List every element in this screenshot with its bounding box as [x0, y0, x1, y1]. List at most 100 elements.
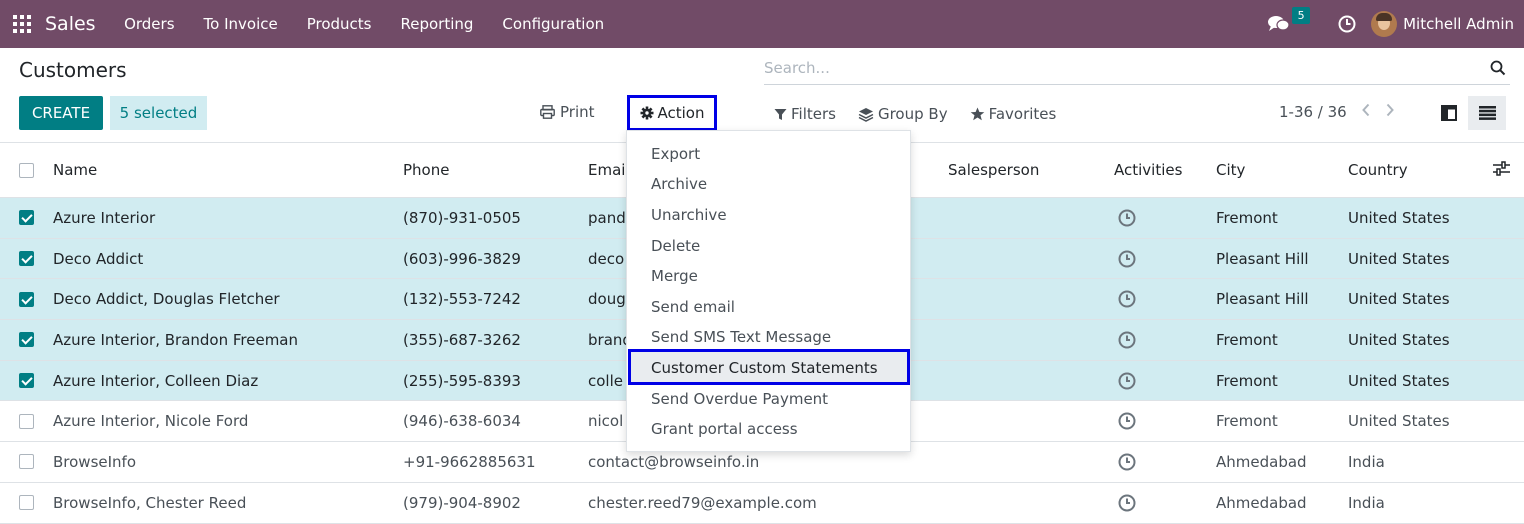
cell-phone: (946)-638-6034 [403, 412, 521, 431]
pager-next-icon[interactable] [1385, 103, 1395, 121]
activity-clock-icon[interactable] [1114, 412, 1136, 430]
row-checkbox[interactable] [19, 373, 34, 389]
group-by-button[interactable]: Group By [858, 105, 948, 123]
menu-item-export[interactable]: Export [651, 145, 700, 163]
cell-phone: (603)-996-3829 [403, 249, 521, 268]
column-name[interactable]: Name [53, 161, 97, 179]
search-bar [764, 57, 1510, 85]
activity-clock-icon[interactable] [1114, 209, 1136, 227]
row-checkbox[interactable] [19, 495, 34, 511]
menu-item-merge[interactable]: Merge [651, 267, 698, 285]
cell-country: United States [1348, 290, 1450, 309]
row-checkbox[interactable] [19, 210, 34, 226]
activity-clock-icon[interactable] [1114, 290, 1136, 308]
filters-label: Filters [791, 105, 836, 123]
column-activities[interactable]: Activities [1114, 161, 1182, 179]
list-view-icon[interactable] [1468, 96, 1506, 130]
cell-country: India [1348, 493, 1385, 512]
search-options: Filters Group By Favorites [774, 105, 1056, 123]
activity-clock-icon[interactable] [1114, 453, 1136, 471]
menu-item-send-email[interactable]: Send email [651, 298, 735, 316]
app-brand[interactable]: Sales [45, 13, 96, 35]
menu-reporting[interactable]: Reporting [386, 15, 488, 33]
select-all-checkbox[interactable] [19, 162, 34, 178]
row-checkbox[interactable] [19, 332, 34, 348]
cell-email: nicol [588, 412, 624, 431]
menu-item-unarchive[interactable]: Unarchive [651, 206, 727, 224]
optional-columns-icon[interactable] [1493, 160, 1510, 180]
cell-city: Fremont [1216, 371, 1278, 390]
row-checkbox[interactable] [19, 291, 34, 307]
menu-item-customer-custom-statements[interactable]: Customer Custom Statements [651, 359, 878, 377]
filter-icon [774, 108, 787, 120]
print-button[interactable]: Print [540, 103, 595, 121]
cell-city: Pleasant Hill [1216, 249, 1309, 268]
activity-clock-icon[interactable] [1114, 250, 1136, 268]
menu-orders[interactable]: Orders [110, 15, 189, 33]
cell-phone: (979)-904-8902 [403, 493, 521, 512]
favorites-button[interactable]: Favorites [970, 105, 1057, 123]
menu-to-invoice[interactable]: To Invoice [189, 15, 292, 33]
cell-email: doug [588, 290, 626, 309]
kanban-view-icon[interactable] [1433, 96, 1465, 130]
gear-icon [640, 106, 653, 120]
column-phone[interactable]: Phone [403, 161, 449, 179]
cell-name: Azure Interior [53, 208, 156, 227]
cell-country: United States [1348, 330, 1450, 349]
cell-email: colle [588, 371, 623, 390]
pager-previous-icon[interactable] [1361, 103, 1371, 121]
search-input[interactable] [764, 57, 1464, 77]
create-button[interactable]: CREATE [19, 96, 103, 130]
cell-phone: (870)-931-0505 [403, 208, 521, 227]
column-country[interactable]: Country [1348, 161, 1408, 179]
page-title: Customers [19, 58, 127, 82]
apps-menu-icon[interactable] [13, 15, 31, 33]
column-salesperson[interactable]: Salesperson [948, 161, 1039, 179]
print-label: Print [560, 103, 595, 121]
row-checkbox[interactable] [19, 454, 34, 470]
filters-button[interactable]: Filters [774, 105, 836, 123]
activity-clock-icon[interactable] [1114, 372, 1136, 390]
cell-country: United States [1348, 249, 1450, 268]
messaging-icon[interactable]: 5 [1268, 7, 1311, 33]
table-row[interactable]: BrowseInfo, Chester Reed (979)-904-8902 ch… [0, 483, 1524, 524]
cell-email: deco [588, 249, 625, 268]
cell-city: Ahmedabad [1216, 493, 1307, 512]
row-checkbox[interactable] [19, 251, 34, 267]
cell-name: Azure Interior, Nicole Ford [53, 412, 249, 431]
activity-clock-icon[interactable] [1114, 331, 1136, 349]
menu-item-send-sms[interactable]: Send SMS Text Message [651, 328, 831, 346]
star-icon [970, 107, 984, 121]
cell-country: United States [1348, 371, 1450, 390]
selected-count-badge[interactable]: 5 selected [110, 96, 207, 130]
cell-name: Deco Addict, Douglas Fletcher [53, 290, 280, 309]
column-city[interactable]: City [1216, 161, 1245, 179]
menu-item-send-overdue-payment[interactable]: Send Overdue Payment [651, 390, 828, 408]
print-icon [540, 105, 555, 119]
favorites-label: Favorites [988, 105, 1057, 123]
cell-name: BrowseInfo, Chester Reed [53, 493, 247, 512]
cell-email: contact@browseinfo.in [588, 452, 760, 471]
cell-name: Azure Interior, Brandon Freeman [53, 330, 299, 349]
menu-products[interactable]: Products [292, 15, 386, 33]
pager-value[interactable]: 1-36 / 36 [1279, 103, 1347, 121]
menu-configuration[interactable]: Configuration [488, 15, 619, 33]
user-name[interactable]: Mitchell Admin [1403, 15, 1514, 33]
row-checkbox[interactable] [19, 413, 34, 429]
activity-clock-icon[interactable] [1114, 494, 1136, 512]
cell-name: BrowseInfo [53, 452, 137, 471]
menu-item-delete[interactable]: Delete [651, 237, 700, 255]
action-label: Action [657, 104, 705, 122]
cell-country: United States [1348, 208, 1450, 227]
menu-item-archive[interactable]: Archive [651, 175, 707, 193]
menu-item-grant-portal-access[interactable]: Grant portal access [651, 420, 798, 438]
user-avatar[interactable] [1371, 11, 1398, 37]
cell-city: Fremont [1216, 330, 1278, 349]
column-email[interactable]: Email [588, 161, 630, 179]
cell-name: Deco Addict [53, 249, 144, 268]
activity-clock-icon[interactable] [1338, 15, 1356, 33]
pager: 1-36 / 36 [1279, 103, 1395, 121]
search-icon[interactable] [1490, 60, 1506, 76]
action-button[interactable]: Action [627, 95, 717, 131]
messages-count-badge: 5 [1292, 7, 1311, 24]
